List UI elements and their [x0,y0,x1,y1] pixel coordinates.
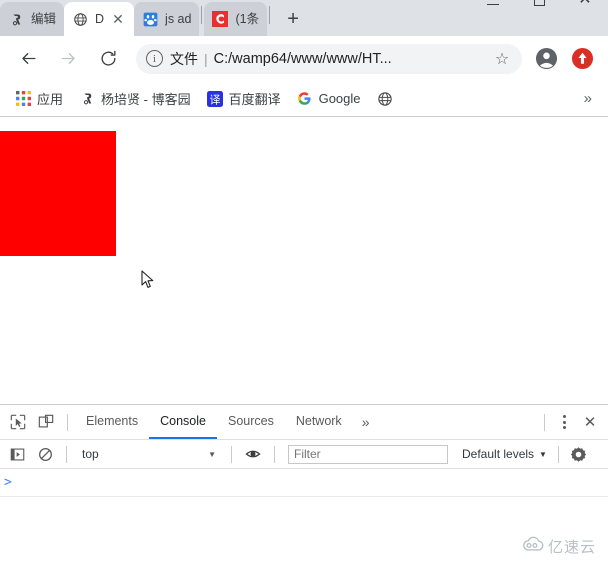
minimize-button[interactable] [470,0,516,16]
bookmark-baidu-translate[interactable]: 译 百度翻译 [200,86,288,111]
devtools-close-button[interactable]: ✕ [576,408,604,436]
csdn-icon [212,11,229,27]
console-prompt-chevron: > [4,475,12,490]
devtools-right-controls: ✕ [537,408,608,436]
bookmark-label-3: Google [318,91,361,106]
baidu-icon [142,11,158,27]
back-button[interactable] [11,42,45,76]
bookmark-label-0: 应用 [37,92,64,107]
devtools-tab-network[interactable]: Network [285,405,353,439]
console-prompt-divider [0,496,608,497]
tab-title-2: js ad [165,12,192,26]
tab-title-3: (1条 [235,12,260,26]
devtools-tab-sources[interactable]: Sources [217,405,285,439]
devtools-divider [67,413,68,431]
tab-3[interactable]: (1条 [204,2,268,36]
bookmark-globe[interactable] [370,88,406,110]
extension-red-icon[interactable] [567,44,597,74]
translate-icon: 译 [206,90,223,107]
console-settings-gear-icon[interactable] [566,441,592,467]
cnblogs-icon [79,91,95,107]
devtools-tab-console[interactable]: Console [149,405,217,439]
inspect-element-icon[interactable] [4,408,32,436]
console-context-value: top [82,447,99,461]
console-context-selector[interactable]: top ▼ [74,447,224,461]
devtools-divider-right [544,413,545,431]
browser-window: 编辑 D ✕ js ad (1条 + i 文件 | C:/wamp64/www/… [0,0,608,569]
bookmark-star-icon[interactable]: ☆ [492,49,512,69]
chevron-down-icon-levels: ▼ [539,449,547,459]
red-square-element [0,131,116,256]
filter-divider-3 [274,445,275,463]
devtools-kebab-menu-icon[interactable] [552,408,576,436]
tab-divider-2 [269,6,271,24]
tab-strip: 编辑 D ✕ js ad (1条 + [0,0,608,36]
google-g-icon [297,91,313,107]
tab-0[interactable]: 编辑 [0,2,65,36]
bookmark-label-2: 百度翻译 [228,92,281,107]
tab-title-0: 编辑 [31,12,57,26]
console-filter-input[interactable] [288,444,448,464]
close-window-button[interactable]: ✕ [562,0,608,16]
bookmark-apps[interactable]: 应用 [8,86,70,111]
site-info-icon[interactable]: i [146,50,163,67]
watermark: 亿速云 [522,536,596,557]
filter-divider-2 [231,445,232,463]
tab-close-button-1[interactable]: ✕ [110,11,126,27]
bookmarks-bar: 应用 杨培贤 - 博客园 译 百度翻译 Google » [0,81,608,117]
profile-avatar-icon[interactable] [531,44,561,74]
bookmark-label-1: 杨培贤 - 博客园 [101,92,191,107]
console-sidebar-toggle-icon[interactable] [3,440,31,468]
browser-toolbar: i 文件 | C:/wamp64/www/www/HT... ☆ [0,36,608,81]
bookmarks-overflow-button[interactable]: » [576,90,600,107]
url-separator: | [204,50,208,67]
console-levels-label: Default levels [462,447,535,461]
tab-2[interactable]: js ad [134,2,200,36]
live-expression-eye-icon[interactable] [239,440,267,468]
bookmark-google[interactable]: Google [290,88,368,110]
url-text: C:/wamp64/www/www/HT... [213,50,392,67]
console-log-levels-dropdown[interactable]: Default levels ▼ [458,447,551,461]
page-viewport [0,118,608,404]
cnblogs-icon [8,11,24,27]
new-tab-button[interactable]: + [278,4,308,34]
bookmark-cnblogs[interactable]: 杨培贤 - 博客园 [72,86,198,111]
console-filter-bar: top ▼ Default levels ▼ [0,440,608,469]
globe-icon [72,11,88,27]
filter-divider-4 [557,445,559,463]
tab-1[interactable]: D ✕ [64,2,135,36]
address-bar[interactable]: i 文件 | C:/wamp64/www/www/HT... ☆ [136,43,522,74]
clear-console-icon[interactable] [31,440,59,468]
tab-divider [201,6,203,24]
devtools-tabbar: Elements Console Sources Network » ✕ [0,405,608,440]
reload-button[interactable] [91,42,125,76]
url-scheme-label: 文件 [170,50,198,67]
devtools-more-tabs-button[interactable]: » [353,414,379,430]
maximize-button[interactable] [516,0,562,16]
mouse-cursor [141,270,155,290]
forward-button[interactable] [51,42,85,76]
console-output-area[interactable]: > [0,469,608,569]
devtools-tab-elements[interactable]: Elements [75,405,149,439]
watermark-text: 亿速云 [547,539,596,556]
apps-grid-icon [15,91,31,107]
cloud-logo-icon [522,536,544,557]
devtools-panel: Elements Console Sources Network » ✕ top… [0,404,608,569]
tab-title-1: D [95,12,105,26]
device-toolbar-icon[interactable] [32,408,60,436]
globe-icon [377,91,393,107]
filter-divider-1 [66,445,67,463]
svg-text:译: 译 [209,93,220,106]
window-controls: ✕ [470,0,608,16]
chevron-down-icon: ▼ [208,449,216,459]
